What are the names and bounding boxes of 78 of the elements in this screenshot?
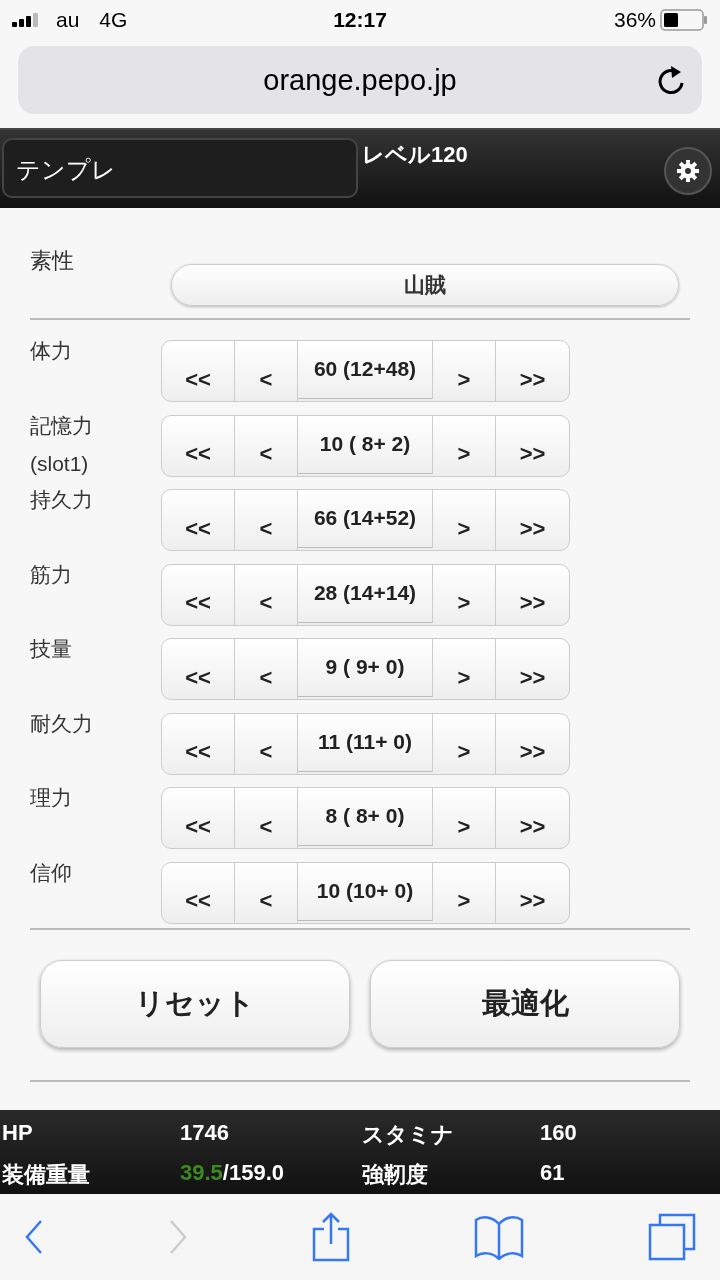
decrease-more-button[interactable]: << (162, 564, 235, 625)
decrease-more-button[interactable]: << (162, 341, 235, 401)
increase-more-button[interactable]: >> (496, 564, 569, 625)
summary-max: /159.0 (222, 1160, 284, 1185)
decrease-more-button[interactable]: << (162, 713, 235, 774)
summary-label: 強靭度 (361, 1161, 429, 1189)
template-field[interactable]: テンプレ (2, 138, 358, 198)
increase-more-button[interactable]: >> (496, 490, 569, 550)
decrease-more-button[interactable]: << (162, 490, 235, 550)
optimize-button[interactable]: 最適化 (370, 959, 680, 1048)
stat-label: 筋力 (30, 561, 73, 588)
increase-button[interactable]: > (433, 788, 496, 848)
increase-more-button[interactable]: >> (496, 415, 569, 476)
stat-value: 10 ( 8+ 2) (298, 415, 433, 474)
summary-value: 1746 (180, 1120, 229, 1145)
decrease-button[interactable]: < (235, 862, 298, 923)
increase-button[interactable]: > (433, 639, 496, 699)
decrease-button[interactable]: < (235, 639, 298, 699)
stat-label: 記憶力 (30, 412, 94, 439)
decrease-more-button[interactable]: << (162, 788, 235, 848)
increase-more-button[interactable]: >> (496, 788, 569, 848)
decrease-button[interactable]: < (235, 490, 298, 550)
decrease-more-button[interactable]: << (162, 862, 235, 923)
battery-icon (660, 9, 708, 31)
book-icon (474, 1214, 524, 1260)
summary-label: HP (1, 1119, 34, 1147)
increase-button[interactable]: > (433, 415, 496, 476)
stat-label: 体力 (30, 338, 73, 364)
address-bar[interactable]: orange.pepo.jp (18, 46, 702, 114)
stat-value: 28 (14+14) (298, 564, 433, 623)
summary-value: 61 (540, 1160, 565, 1185)
increase-button[interactable]: > (433, 713, 496, 774)
decrease-button[interactable]: < (235, 341, 298, 401)
increase-more-button[interactable]: >> (496, 639, 569, 699)
summary-value: 160 (540, 1120, 577, 1145)
share-icon (312, 1212, 350, 1262)
stat-label: 技量 (30, 636, 73, 662)
tabs-icon (648, 1213, 696, 1261)
decrease-button[interactable]: < (235, 415, 298, 476)
increase-more-button[interactable]: >> (496, 713, 569, 774)
increase-button[interactable]: > (433, 564, 496, 625)
increase-button[interactable]: > (433, 341, 496, 401)
battery-percent: 36% (613, 8, 656, 32)
increase-button[interactable]: > (433, 862, 496, 923)
clock-time: 12:17 (333, 8, 387, 32)
stat-value: 66 (14+52) (298, 490, 433, 548)
summary-value: 39.5 (180, 1160, 223, 1185)
stat-label: 持久力 (30, 487, 94, 513)
stat-value: 8 ( 8+ 0) (298, 788, 433, 846)
settings-button[interactable] (664, 147, 712, 195)
stat-value: 9 ( 9+ 0) (298, 639, 433, 697)
level-label: レベル120 (362, 141, 468, 169)
decrease-button[interactable]: < (235, 788, 298, 848)
decrease-more-button[interactable]: << (162, 415, 235, 476)
network-type: 4G (99, 8, 128, 32)
decrease-button[interactable]: < (235, 564, 298, 625)
stat-label: 耐久力 (30, 710, 94, 737)
stat-value: 11 (11+ 0) (298, 713, 433, 772)
summary-label: 装備重量 (1, 1161, 91, 1189)
increase-more-button[interactable]: >> (496, 341, 569, 401)
increase-more-button[interactable]: >> (496, 862, 569, 923)
reload-icon[interactable] (656, 64, 686, 96)
stat-sublabel: (slot1) (30, 450, 90, 477)
reset-button[interactable]: リセット (40, 959, 350, 1048)
stat-value: 10 (10+ 0) (298, 862, 433, 921)
settings-icon (676, 159, 700, 183)
increase-button[interactable]: > (433, 490, 496, 550)
stat-label: 理力 (30, 785, 73, 811)
stat-label: 信仰 (30, 859, 73, 886)
summary-label: スタミナ (361, 1121, 455, 1149)
origin-label: 素性 (30, 247, 75, 275)
stat-value: 60 (12+48) (298, 341, 433, 399)
back-chevron-icon (24, 1219, 44, 1255)
origin-select[interactable]: 山賊 (171, 264, 679, 306)
decrease-more-button[interactable]: << (162, 639, 235, 699)
forward-chevron-icon (168, 1219, 188, 1255)
carrier-name: au (56, 8, 80, 32)
decrease-button[interactable]: < (235, 713, 298, 774)
